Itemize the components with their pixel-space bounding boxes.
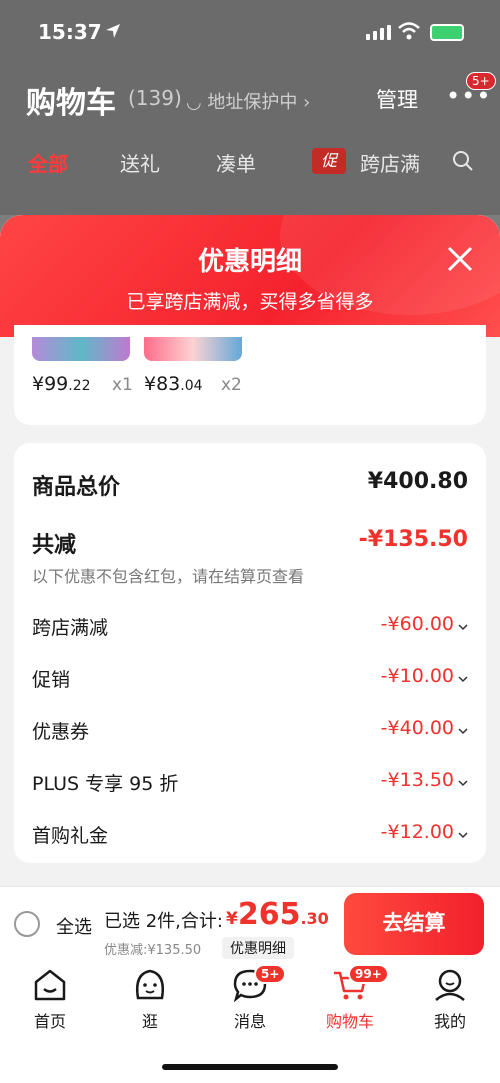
price-detail-card: 商品总价 ¥400.80 共减 -¥135.50 以下优惠不包含红包，请在结算页… xyxy=(14,443,486,863)
home-indicator xyxy=(162,1064,338,1070)
dim-overlay[interactable]: 15:37 购物车 (139) ◡ 地址保护中 › 管理 ••• 5+ 全部 送… xyxy=(0,0,500,215)
checkout-bar: 全选 已选 2件,合计: ¥265.30 优惠减:¥135.50 优惠明细 去结… xyxy=(0,886,500,962)
cart-tabs: 全部 送礼 凑单 促 跨店满 xyxy=(0,140,500,184)
tab-label: 逛 xyxy=(141,1012,158,1031)
status-time: 15:37 xyxy=(38,20,102,44)
discount-value: -¥40.00 xyxy=(380,717,454,739)
product-thumbnail[interactable] xyxy=(32,337,130,361)
discount-row-plus[interactable]: PLUS 专享 95 折 -¥13.50 xyxy=(32,769,468,797)
tab-label: 首页 xyxy=(33,1012,66,1031)
discount-row-cross-store[interactable]: 跨店满减 -¥60.00 xyxy=(32,613,468,641)
item-qty: x1 xyxy=(112,375,133,395)
tab-home[interactable]: 首页 xyxy=(10,968,90,1032)
tab-label: 我的 xyxy=(433,1012,466,1031)
item-price: ¥83.04 xyxy=(144,373,203,395)
cart-title: 购物车 xyxy=(26,86,116,121)
battery-icon xyxy=(430,24,464,41)
select-all-radio[interactable] xyxy=(14,911,40,937)
goods-total-label: 商品总价 xyxy=(32,475,121,500)
tab-all[interactable]: 全部 xyxy=(28,148,68,177)
status-bar: 15:37 xyxy=(0,0,500,62)
discount-label: 首购礼金 xyxy=(32,825,109,847)
discount-detail-button[interactable]: 优惠明细 xyxy=(222,937,294,959)
tab-cart[interactable]: 购物车 99+ xyxy=(310,964,390,1032)
discount-value: -¥60.00 xyxy=(380,613,454,635)
discount-note: 以下优惠不包含红包，请在结算页查看 xyxy=(32,567,305,586)
discount-amount-text: 优惠减:¥135.50 xyxy=(104,943,202,958)
sheet-title: 优惠明细 xyxy=(197,247,302,277)
message-badge: 5+ xyxy=(254,964,287,984)
tab-label: 购物车 xyxy=(325,1012,374,1031)
tab-me[interactable]: 我的 xyxy=(410,968,490,1032)
chevron-down-icon xyxy=(458,832,468,839)
manage-button[interactable]: 管理 xyxy=(376,84,418,114)
checkout-button[interactable]: 去结算 xyxy=(344,893,484,955)
signal-icon xyxy=(366,25,391,40)
more-badge: 5+ xyxy=(466,72,496,90)
cart-count: (139) xyxy=(128,86,182,110)
product-thumbnail[interactable] xyxy=(144,337,242,361)
tab-cross-store[interactable]: 跨店满 xyxy=(360,148,428,177)
chevron-down-icon xyxy=(458,676,468,683)
discount-value: -¥12.00 xyxy=(380,821,454,843)
chevron-down-icon xyxy=(458,780,468,787)
item-qty: x2 xyxy=(221,375,242,395)
discount-row-promotion[interactable]: 促销 -¥10.00 xyxy=(32,665,468,693)
discount-value: -¥10.00 xyxy=(380,665,454,687)
item-price: ¥99.22 xyxy=(32,373,91,395)
home-icon xyxy=(34,969,66,1001)
select-all-label[interactable]: 全选 xyxy=(56,913,92,939)
discount-label: 优惠券 xyxy=(32,721,90,743)
chevron-down-icon xyxy=(458,624,468,631)
discount-label: 促销 xyxy=(32,669,71,691)
goods-total-value: ¥400.80 xyxy=(367,469,468,494)
tab-gift[interactable]: 送礼 xyxy=(120,148,160,177)
total-amount: ¥265.30 xyxy=(226,897,329,932)
promo-chip: 促 xyxy=(312,148,346,174)
tab-messages[interactable]: 消息 5+ xyxy=(210,964,290,1032)
total-reduce-value: -¥135.50 xyxy=(358,527,468,552)
browse-mascot-icon xyxy=(136,969,164,1000)
tab-browse[interactable]: 逛 xyxy=(110,968,190,1032)
cart-header: 购物车 (139) ◡ 地址保护中 › 管理 ••• 5+ xyxy=(0,66,500,126)
address-protect-link[interactable]: ◡ 地址保护中 › xyxy=(186,88,310,114)
selected-count-text: 已选 2件,合计: xyxy=(104,911,223,932)
chevron-down-icon xyxy=(458,728,468,735)
cart-badge: 99+ xyxy=(348,964,389,984)
sheet-subtitle: 已享跨店满减，买得多省得多 xyxy=(126,291,374,313)
discount-row-first-purchase[interactable]: 首购礼金 -¥12.00 xyxy=(32,821,468,849)
close-icon[interactable] xyxy=(444,243,476,275)
discount-label: 跨店满减 xyxy=(32,617,109,639)
wifi-icon xyxy=(398,22,420,40)
discount-note-row: 以下优惠不包含红包，请在结算页查看 xyxy=(32,563,468,587)
discount-row-coupon[interactable]: 优惠券 -¥40.00 xyxy=(32,717,468,745)
profile-icon xyxy=(435,969,465,1001)
sheet-header: 优惠明细 已享跨店满减，买得多省得多 xyxy=(0,215,500,337)
total-reduce-label: 共减 xyxy=(32,533,77,558)
goods-total-row: 商品总价 ¥400.80 xyxy=(32,469,468,500)
tab-bundle[interactable]: 凑单 xyxy=(216,148,256,177)
tab-label: 消息 xyxy=(233,1012,266,1031)
selected-items-card: ¥99.22 x1 ¥83.04 x2 xyxy=(14,325,486,425)
discount-label: PLUS 专享 95 折 xyxy=(32,773,179,795)
total-reduce-row: 共减 -¥135.50 xyxy=(32,527,468,558)
search-icon[interactable] xyxy=(452,150,474,172)
location-arrow-icon xyxy=(106,24,120,38)
discount-value: -¥13.50 xyxy=(380,769,454,791)
